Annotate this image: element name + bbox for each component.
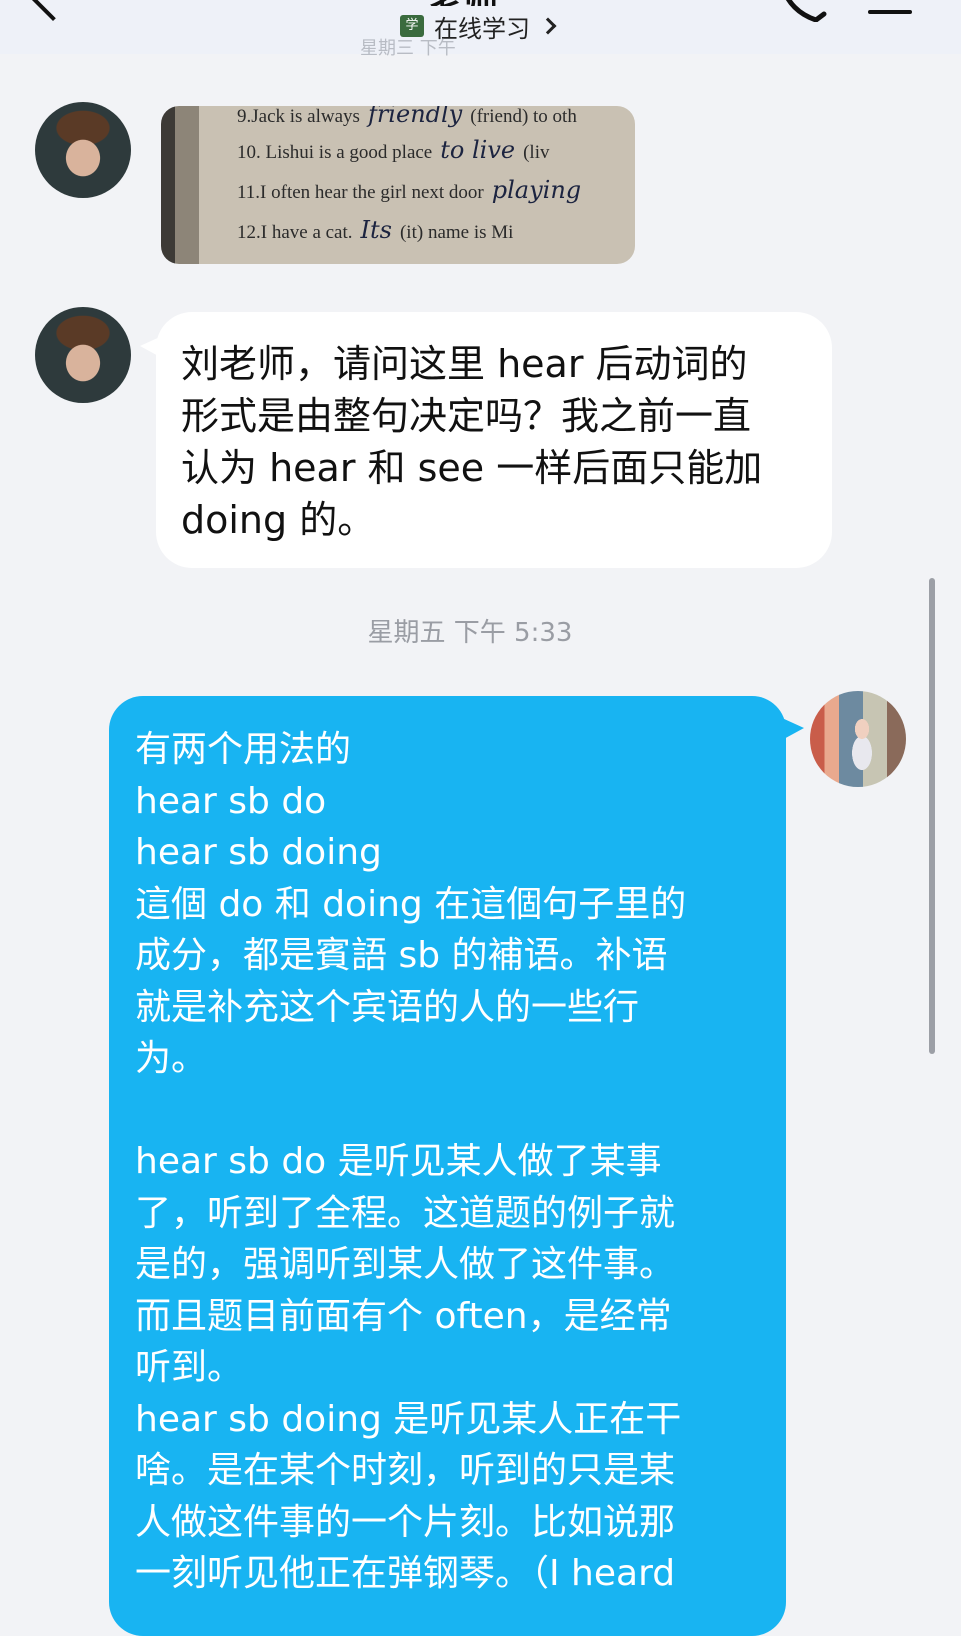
message-text: 有两个用法的 hear sb do hear sb doing 這個 do 和 … [135,729,687,1594]
chevron-right-icon [539,17,557,35]
chat-title-text: 老师 [430,0,498,6]
photo-line: 10. Lishui is a good place to live (liv [237,136,550,164]
message-timestamp: 星期五 下午 5:33 [367,618,573,648]
phone-icon[interactable] [780,0,828,22]
my-avatar[interactable] [810,691,906,787]
outgoing-message-bubble[interactable]: 有两个用法的 hear sb do hear sb doing 這個 do 和 … [109,696,786,1636]
photo-line: 9.Jack is always friendly (friend) to oth [237,106,577,128]
contact-avatar[interactable] [35,102,131,198]
previous-timestamp: 星期三 下午 [360,38,456,56]
back-arrow-icon[interactable] [28,0,78,22]
chat-title: 老师 [430,0,550,6]
chat-header: 老师 学 在线学习 星期三 下午 [0,0,961,56]
photo-line: 11.I often hear the girl next door playin… [237,176,582,204]
incoming-message-bubble[interactable]: 刘老师，请问这里 hear 后动词的 形式是由整句决定吗？我之前一直 认为 he… [156,312,832,568]
scrollbar[interactable] [929,578,935,1054]
message-text: 刘老师，请问这里 hear 后动词的 形式是由整句决定吗？我之前一直 认为 he… [181,342,763,542]
homework-photo-message[interactable]: 9.Jack is always friendly (friend) to oth … [161,106,635,264]
contact-avatar[interactable] [35,307,131,403]
menu-icon[interactable] [868,0,912,22]
photo-line: 12.I have a cat. Its (it) name is Mi [237,216,514,244]
